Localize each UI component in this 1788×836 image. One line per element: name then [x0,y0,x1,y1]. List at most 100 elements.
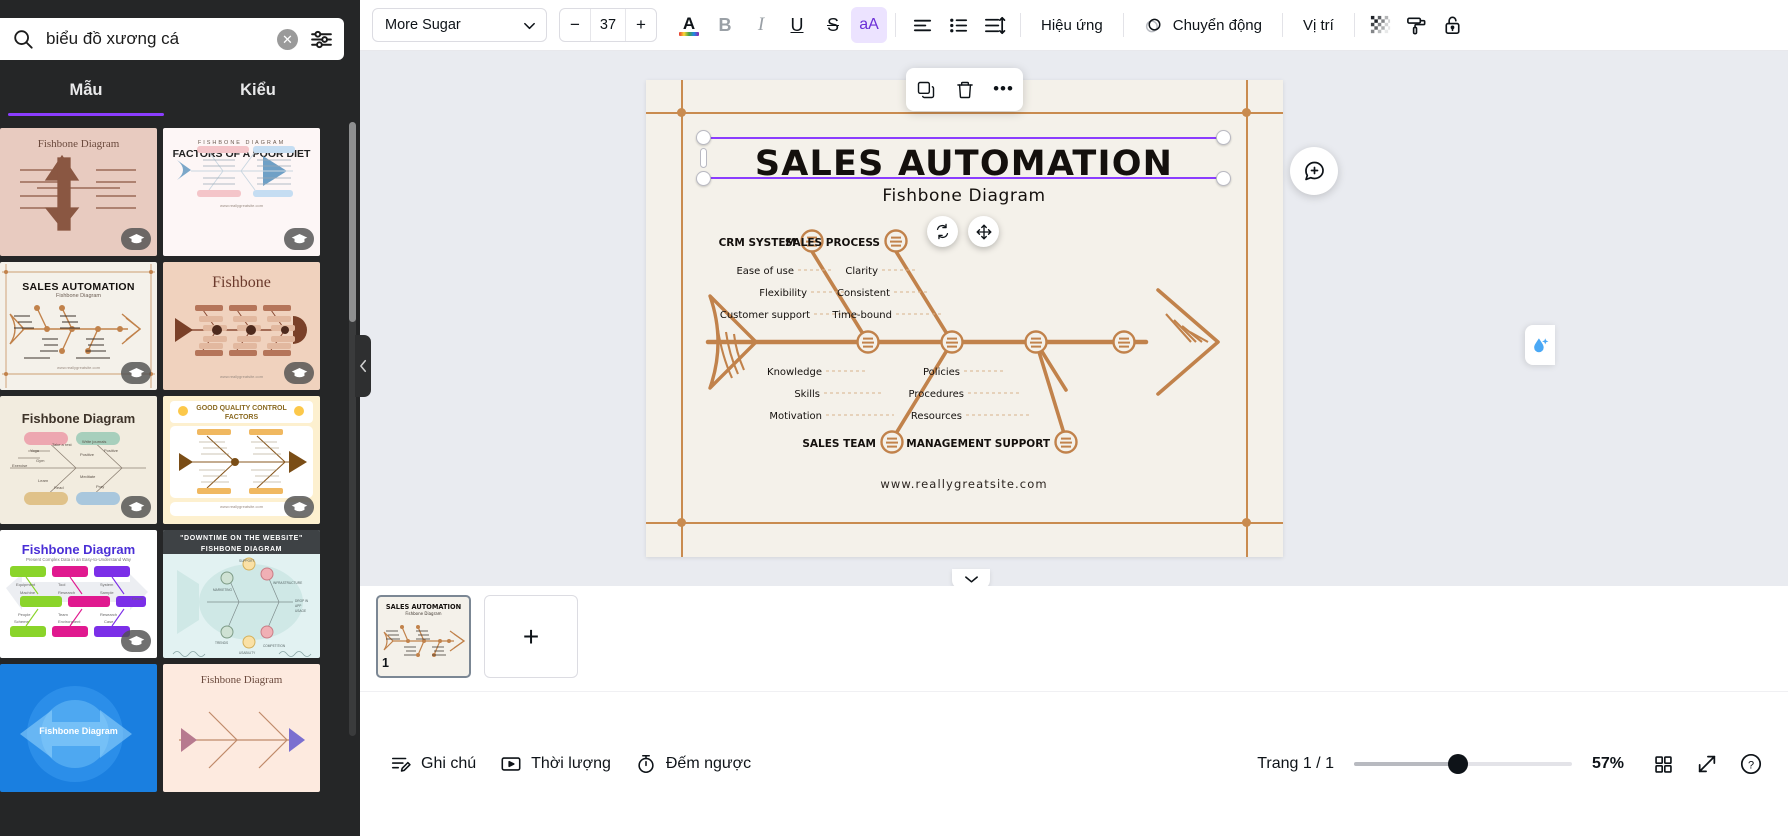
notes-label: Ghi chú [421,755,477,772]
template-card-title: Fishbone Diagram [39,726,118,736]
tab-styles-label: Kiểu [240,80,276,99]
play-rect-icon [501,757,521,771]
timer-label: Đếm ngược [665,755,752,772]
template-card[interactable]: Fishbone Diagram Present Complex Data in… [0,530,157,658]
svg-text:MARKETING: MARKETING [213,588,232,592]
zoom-value[interactable]: 57% [1578,755,1638,773]
effects-button[interactable]: Hiệu ứng [1029,8,1115,42]
clear-search-icon[interactable]: ✕ [277,28,298,50]
text-case-button[interactable]: aA [851,7,887,43]
text-case-label: aA [859,16,879,33]
font-size-increase-button[interactable]: + [626,9,656,41]
underline-label: U [790,14,804,35]
timer-button[interactable]: Đếm ngược [623,746,763,782]
templates-sidebar: ✕ Mẫu Kiểu Fishbone Diagram [0,0,360,836]
help-button[interactable]: ? [1732,745,1770,783]
ai-assistant-tab[interactable] [1525,325,1555,365]
canvas-area[interactable]: SALES AUTOMATION Fishbone Diagram CRM SY… [360,51,1788,586]
svg-text:Yoga: Yoga [30,448,40,453]
template-card-subtitle: Fishbone Diagram [56,293,101,299]
fullscreen-button[interactable] [1688,745,1726,783]
education-badge [284,362,314,384]
search-bar[interactable]: ✕ [0,18,344,60]
sidebar-scrollbar-track[interactable] [349,122,356,736]
svg-text:Read: Read [54,485,64,490]
tab-templates[interactable]: Mẫu [0,68,172,116]
font-family-label: More Sugar [385,17,461,33]
template-card[interactable]: Fishbone www.reallygreatsite.com [163,262,320,390]
add-comment-button[interactable] [1290,147,1338,195]
text-color-button[interactable]: A [671,7,707,43]
font-size-input[interactable]: 37 [590,9,626,41]
italic-button[interactable]: I [743,7,779,43]
tab-styles[interactable]: Kiểu [172,68,344,112]
template-results-grid: Fishbone Diagram FISHBONE DIAGRAM FACTOR… [0,128,344,792]
canvas-collapse-button[interactable] [952,569,990,586]
duplicate-button[interactable] [910,74,942,106]
page-thumbnail-1[interactable]: SALES AUTOMATION Fishbone Diagram [376,595,471,678]
template-card[interactable]: FISHBONE DIAGRAM FACTORS OF A POOR DIET [163,128,320,256]
cause-label: Ease of use [736,266,794,277]
search-input[interactable] [34,29,277,49]
align-left-icon [913,19,931,31]
template-card[interactable]: Fishbone Diagram [163,664,320,792]
lock-open-icon [1445,16,1460,34]
duplicate-icon [917,81,934,98]
zoom-slider[interactable] [1353,747,1572,781]
font-family-select[interactable]: More Sugar [372,8,547,42]
page-indicator[interactable]: Trang 1 / 1 [1257,755,1348,773]
add-page-button[interactable]: + [484,595,578,678]
font-size-decrease-button[interactable]: − [560,9,590,41]
template-card[interactable]: "DOWNTIME ON THE WEBSITE" FISHBONE DIAGR… [163,530,320,658]
animate-button[interactable]: Chuyển động [1132,8,1274,42]
education-badge [121,496,151,518]
template-card[interactable]: GOOD QUALITY CONTROL FACTORS www.reallyg… [163,396,320,524]
bold-button[interactable]: B [707,7,743,43]
template-card[interactable]: SALES AUTOMATION Fishbone Diagram www.re… [0,262,157,390]
svg-text:?: ? [1748,759,1754,771]
svg-text:DROP IN: DROP IN [295,599,309,603]
svg-text:People: People [18,612,31,617]
svg-text:APP: APP [295,604,301,608]
search-icon [12,28,34,50]
transparency-button[interactable] [1363,7,1399,43]
template-card[interactable]: Fishbone Diagram Yoga Gym Take a rest Writ… [0,396,157,524]
more-options-button[interactable]: ••• [988,74,1020,106]
strikethrough-button[interactable]: S [815,7,851,43]
duration-button[interactable]: Thời lượng [488,746,623,782]
transparency-icon [1371,15,1391,33]
chevron-left-icon [359,359,366,373]
filter-icon[interactable] [308,26,334,52]
help-circle-icon: ? [1740,753,1762,775]
font-size-stepper[interactable]: − 37 + [559,8,657,42]
delete-button[interactable] [949,74,981,106]
line-spacing-button[interactable] [976,7,1012,43]
template-card-title: "DOWNTIME ON THE WEBSITE" FISHBONE DIAGR… [180,535,303,553]
cause-label: Knowledge [767,367,822,378]
education-badge [284,496,314,518]
svg-text:Pray: Pray [96,484,104,489]
zoom-slider-knob[interactable] [1447,754,1468,774]
slide-canvas[interactable]: SALES AUTOMATION Fishbone Diagram CRM SY… [646,80,1283,557]
sidebar-scrollbar-thumb[interactable] [349,122,356,322]
slide-website[interactable]: www.reallygreatsite.com [708,477,1220,491]
svg-text:Result: Result [132,596,144,601]
cause-label: Motivation [769,411,822,422]
position-button[interactable]: Vị trí [1291,8,1346,42]
text-toolbar: More Sugar − 37 + A B I U S aA Hiệu ứng … [360,0,1788,51]
paint-roller-button[interactable] [1399,7,1435,43]
svg-text:Equipment: Equipment [16,582,36,587]
underline-button[interactable]: U [779,7,815,43]
template-card[interactable]: Fishbone Diagram [0,128,157,256]
bullet-list-button[interactable] [940,7,976,43]
template-card[interactable]: Fishbone Diagram [0,664,157,792]
move-handle[interactable] [968,216,999,247]
collapse-sidebar-button[interactable] [355,335,371,397]
grid-view-button[interactable] [1644,745,1682,783]
element-float-toolbar: ••• [906,68,1023,111]
lock-button[interactable] [1435,7,1471,43]
toolbar-divider [1353,13,1355,37]
notes-button[interactable]: Ghi chú [378,746,488,782]
align-button[interactable] [904,7,940,43]
rotate-handle[interactable] [927,216,958,247]
